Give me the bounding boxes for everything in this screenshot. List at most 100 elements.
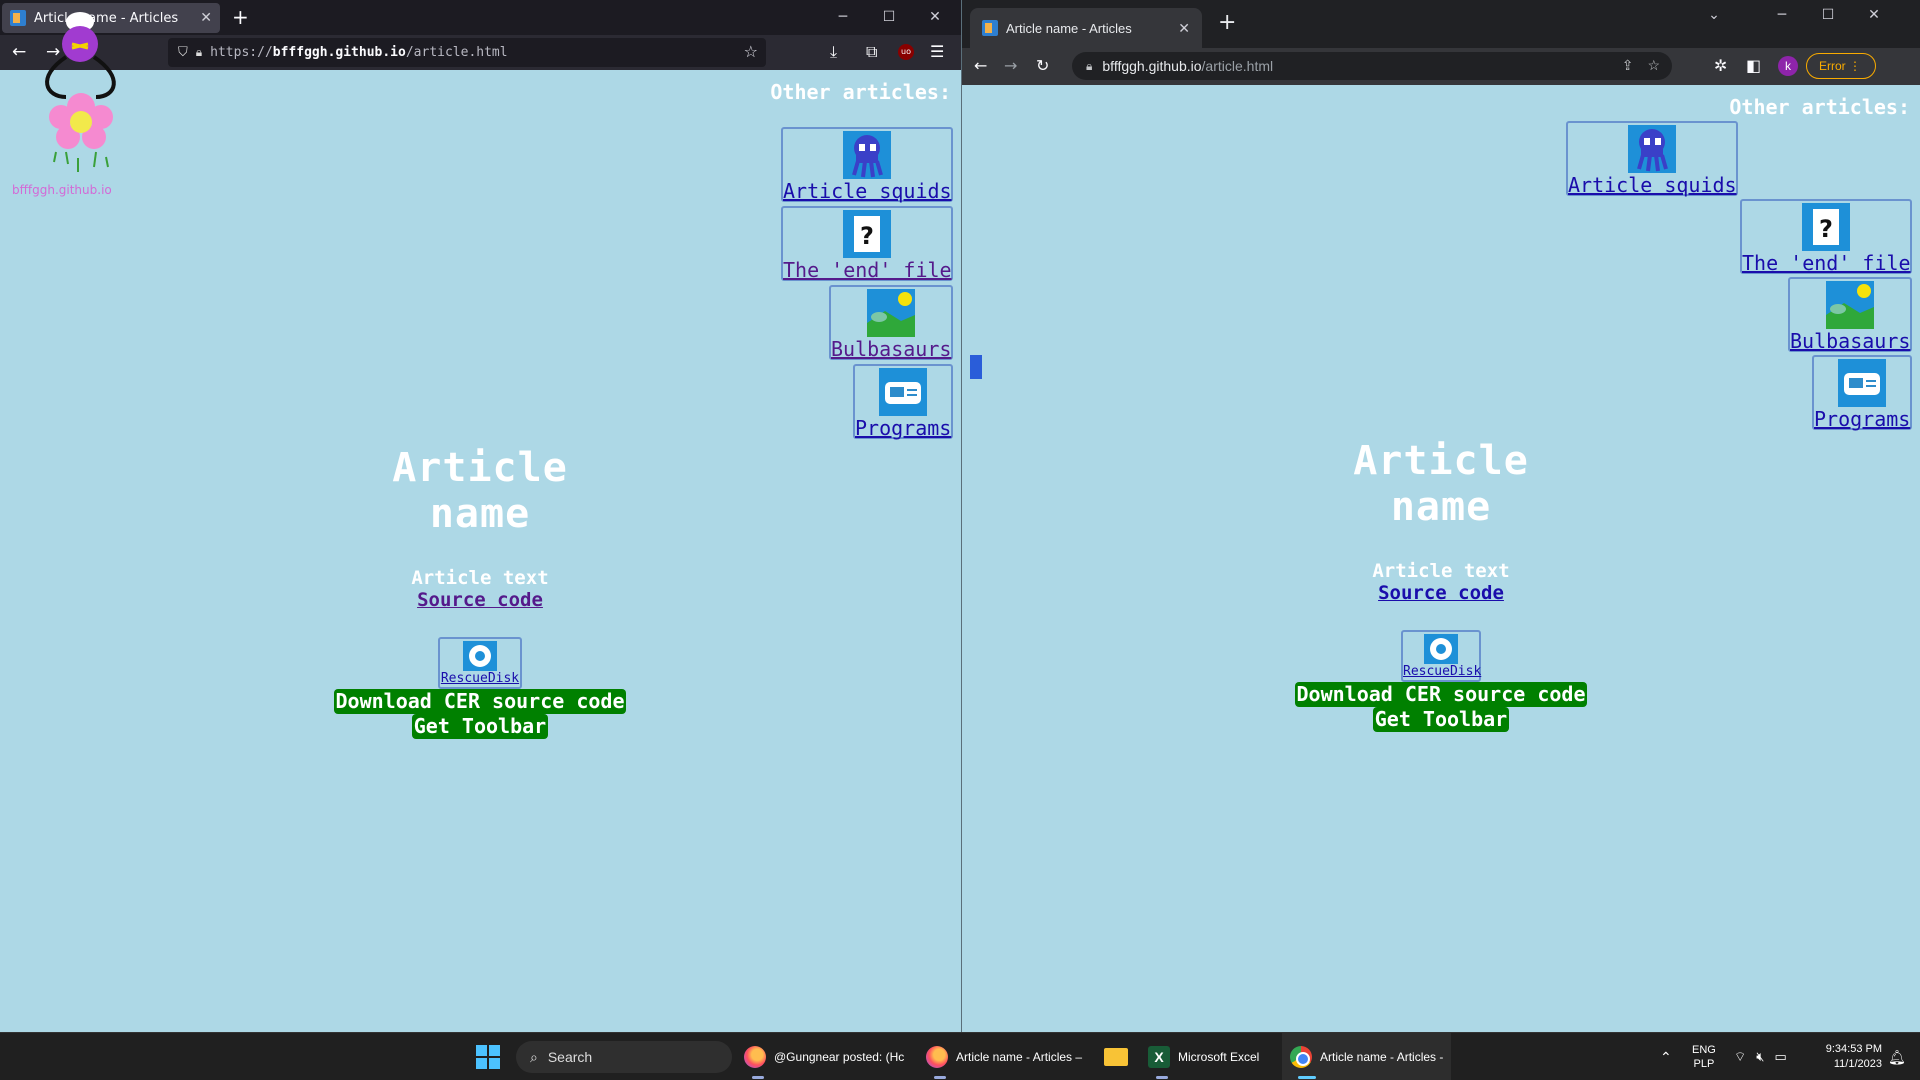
article-link[interactable]: Bulbasaurs — [1790, 329, 1910, 353]
reload-icon[interactable]: ↻ — [1036, 56, 1049, 75]
source-code-link[interactable]: Source code — [417, 589, 543, 611]
article-link[interactable]: Bulbasaurs — [831, 337, 951, 361]
new-tab-icon[interactable]: + — [232, 5, 249, 29]
address-bar[interactable]: 🔒︎ bfffggh.github.io/article.html ⇪ ☆ — [1072, 52, 1672, 80]
article-link[interactable]: Programs — [855, 416, 951, 440]
site-favicon-icon — [982, 20, 998, 36]
address-bar[interactable]: ⛉ 🔒︎ https://bfffggh.github.io/article.h… — [168, 38, 766, 67]
minimize-icon[interactable]: ─ — [1759, 0, 1805, 30]
article-card-programs[interactable]: Programs — [853, 364, 953, 440]
article-card-squids[interactable]: Article squids — [1566, 121, 1738, 197]
maximize-icon[interactable]: ☐ — [866, 0, 912, 35]
url-text: https://bfffggh.github.io/article.html — [210, 45, 508, 60]
article-title: Article name — [1353, 438, 1529, 530]
error-badge-button[interactable]: Error ⋮ — [1806, 53, 1876, 79]
article-card-end-file[interactable]: ? The 'end' file — [1740, 199, 1912, 275]
svg-text:?: ? — [860, 222, 874, 250]
rescue-disk-link[interactable]: RescueDisk — [440, 671, 520, 686]
taskbar-app-firefox-twitter[interactable]: @Gungnear posted: (Hc — [744, 1033, 904, 1080]
extensions-puzzle-icon[interactable]: ✲ — [1714, 56, 1727, 75]
extensions-icon[interactable]: ⧉ — [866, 42, 877, 62]
close-window-icon[interactable]: ✕ — [912, 0, 958, 35]
file-explorer-icon — [1104, 1048, 1128, 1066]
article-card-bulbasaurs[interactable]: Bulbasaurs — [1788, 277, 1912, 353]
page-content: Other articles: Article squids ? The 'en… — [962, 85, 1920, 1032]
input-language[interactable]: ENG PLP — [1692, 1033, 1716, 1080]
new-tab-icon[interactable]: + — [1218, 10, 1236, 35]
taskbar-app-label: Article name - Articles – — [956, 1050, 1083, 1064]
landscape-image-icon — [1826, 281, 1874, 329]
article-main: Article name Article text Source code Re… — [330, 445, 630, 739]
taskbar-app-label: @Gungnear posted: (Hc — [774, 1050, 905, 1064]
firefox-icon — [926, 1046, 948, 1068]
article-card-programs[interactable]: Programs — [1812, 355, 1912, 431]
landscape-image-icon — [867, 289, 915, 337]
get-toolbar-button[interactable]: Get Toolbar — [1372, 707, 1510, 732]
article-link[interactable]: The 'end' file — [783, 258, 952, 282]
download-cer-button[interactable]: Download CER source code — [333, 689, 627, 714]
lifebuoy-icon — [463, 641, 497, 671]
other-articles-heading: Other articles: — [1729, 95, 1910, 119]
site-logo: bfffggh.github.io — [12, 12, 116, 197]
back-icon[interactable]: ← — [974, 56, 987, 75]
keyboard-layout: PLP — [1693, 1058, 1715, 1070]
article-title: Article name — [392, 445, 568, 537]
clock[interactable]: 9:34:53 PM 11/1/2023 — [1812, 1033, 1882, 1080]
language-code: ENG — [1692, 1044, 1716, 1056]
lifebuoy-icon — [1424, 634, 1458, 664]
download-cer-button[interactable]: Download CER source code — [1294, 682, 1588, 707]
source-code-link[interactable]: Source code — [1378, 582, 1504, 604]
maximize-icon[interactable]: ☐ — [1805, 0, 1851, 30]
article-card-squids[interactable]: Article squids — [781, 127, 953, 203]
close-window-icon[interactable]: ✕ — [1851, 0, 1897, 30]
chrome-window: Article name - Articles ✕ + ⌄ ─ ☐ ✕ ← → … — [961, 0, 1920, 1032]
taskbar-app-chrome-article[interactable]: Article name - Articles - — [1282, 1033, 1452, 1080]
bookmark-star-icon[interactable]: ☆ — [1647, 57, 1660, 74]
quick-settings[interactable]: ⌔ 🔇︎ ▭ — [1734, 1033, 1787, 1080]
taskbar-app-excel[interactable]: X Microsoft Excel — [1148, 1033, 1259, 1080]
taskbar-app-file-explorer[interactable] — [1104, 1033, 1128, 1080]
program-card-icon — [1838, 359, 1886, 407]
tab-search-chevron-icon[interactable]: ⌄ — [1699, 0, 1729, 30]
get-toolbar-button[interactable]: Get Toolbar — [411, 714, 549, 739]
article-link[interactable]: The 'end' file — [1742, 251, 1911, 275]
lock-icon[interactable]: 🔒︎ — [1086, 59, 1092, 74]
article-card-end-file[interactable]: ? The 'end' file — [781, 206, 953, 282]
taskbar-app-label: Article name - Articles - — [1320, 1050, 1444, 1064]
browser-tab[interactable]: Article name - Articles ✕ — [970, 8, 1202, 48]
article-card-bulbasaurs[interactable]: Bulbasaurs — [829, 285, 953, 361]
program-card-icon — [879, 368, 927, 416]
rescue-disk-link[interactable]: RescueDisk — [1403, 664, 1481, 679]
article-link[interactable]: Programs — [1814, 407, 1910, 431]
show-hidden-icons-chevron-icon[interactable]: ⌃ — [1660, 1049, 1672, 1066]
minimize-icon[interactable]: ─ — [820, 0, 866, 35]
ublock-icon[interactable]: uo — [898, 44, 914, 60]
forward-icon[interactable]: → — [1004, 56, 1017, 75]
url-text: bfffggh.github.io/article.html — [1102, 58, 1274, 74]
article-link[interactable]: Article squids — [1568, 173, 1737, 197]
rescue-disk-card[interactable]: RescueDisk — [438, 637, 522, 689]
close-tab-icon[interactable]: ✕ — [1178, 20, 1190, 37]
bookmark-star-icon[interactable]: ☆ — [744, 42, 758, 61]
downloads-icon[interactable]: ⤓ — [830, 42, 837, 62]
taskbar-search-box[interactable]: ⌕ Search — [516, 1041, 732, 1073]
page-content: bfffggh.github.io Other articles: Articl… — [0, 12, 961, 1032]
article-link[interactable]: Article squids — [783, 179, 952, 203]
window-controls: ⌄ ─ ☐ ✕ — [1708, 0, 1897, 30]
search-icon: ⌕ — [530, 1048, 538, 1065]
lock-icon[interactable]: 🔒︎ — [196, 45, 202, 60]
squid-icon — [1628, 125, 1676, 173]
rescue-disk-card[interactable]: RescueDisk — [1401, 630, 1481, 682]
side-panel-icon[interactable]: ◧ — [1746, 56, 1761, 75]
taskbar-app-firefox-article[interactable]: Article name - Articles – — [926, 1033, 1082, 1080]
close-tab-icon[interactable]: ✕ — [200, 10, 212, 26]
battery-icon: ▭ — [1774, 1049, 1787, 1064]
menu-icon[interactable]: ☰ — [930, 42, 944, 61]
shield-icon[interactable]: ⛉ — [178, 45, 188, 60]
profile-avatar[interactable]: k — [1778, 56, 1798, 76]
start-button[interactable] — [476, 1033, 500, 1080]
logo-watermark-text: bfffggh.github.io — [12, 183, 112, 197]
share-icon[interactable]: ⇪ — [1622, 57, 1634, 74]
windows-taskbar: ⌕ Search @Gungnear posted: (Hc Article n… — [0, 1032, 1920, 1080]
notifications-bell-icon[interactable]: 🔔︎ — [1888, 1033, 1906, 1080]
